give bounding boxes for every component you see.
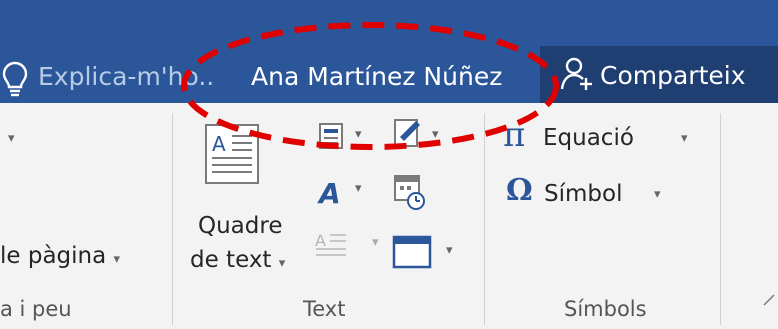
text-box-label-text: de text — [190, 247, 272, 273]
user-name[interactable]: Ana Martínez Núñez — [251, 62, 502, 91]
object-icon[interactable] — [392, 235, 432, 269]
text-box-caret: ▾ — [278, 256, 286, 271]
equation-label: Equació — [543, 125, 634, 151]
pi-icon: π — [503, 115, 526, 155]
omega-icon: Ω — [506, 173, 533, 208]
svg-text:A: A — [315, 231, 326, 250]
object-caret[interactable]: ▾ — [446, 243, 453, 258]
quick-parts-icon[interactable] — [317, 121, 347, 151]
page-number-button[interactable]: le pàgina ▾ — [0, 243, 120, 269]
signature-line-icon[interactable] — [392, 115, 426, 149]
header-footer-group-label: a i peu — [0, 297, 72, 321]
header-dropdown-caret[interactable]: ▾ — [8, 131, 15, 146]
text-box-label-line1: Quadre — [198, 213, 283, 239]
share-button[interactable]: Comparteix — [540, 46, 778, 103]
symbol-caret: ▾ — [654, 187, 661, 202]
signature-caret[interactable]: ▾ — [432, 127, 439, 142]
symbol-label: Símbol — [544, 181, 623, 207]
svg-text:A: A — [317, 177, 341, 209]
group-separator — [172, 113, 173, 325]
text-group-label: Text — [303, 297, 346, 321]
text-box-label-line2: de text ▾ — [190, 247, 285, 273]
share-label: Comparteix — [600, 61, 746, 90]
text-box-icon: A — [205, 124, 259, 184]
wordart-icon[interactable]: A — [317, 175, 347, 209]
dropcap-icon[interactable]: A — [314, 229, 348, 259]
lightbulb-icon — [2, 61, 28, 97]
page-number-caret: ▾ — [113, 252, 121, 267]
date-time-icon[interactable] — [392, 173, 426, 211]
dropcap-caret[interactable]: ▾ — [372, 235, 379, 250]
symbol-button[interactable]: Ω Símbol ▾ — [506, 173, 696, 215]
text-box-button[interactable]: A Quadre de text ▾ — [190, 123, 288, 313]
group-separator — [484, 113, 485, 325]
quick-parts-caret[interactable]: ▾ — [355, 127, 362, 142]
group-separator — [720, 113, 721, 325]
symbols-group-label: Símbols — [564, 297, 647, 321]
wordart-caret[interactable]: ▾ — [355, 181, 362, 196]
svg-text:A: A — [212, 132, 226, 156]
share-person-icon — [560, 57, 592, 90]
equation-caret: ▾ — [681, 131, 688, 146]
equation-button[interactable]: π Equació ▾ — [503, 115, 693, 159]
ribbon-insert: ▾ le pàgina ▾ a i peu A Quadre de text ▾… — [0, 103, 778, 329]
tell-me-text: Explica-m'ho.. — [38, 62, 215, 91]
title-bar: Explica-m'ho.. Ana Martínez Núñez Compar… — [0, 0, 778, 103]
page-number-label: le pàgina — [0, 243, 107, 269]
dialog-launcher-icon[interactable] — [762, 293, 776, 307]
